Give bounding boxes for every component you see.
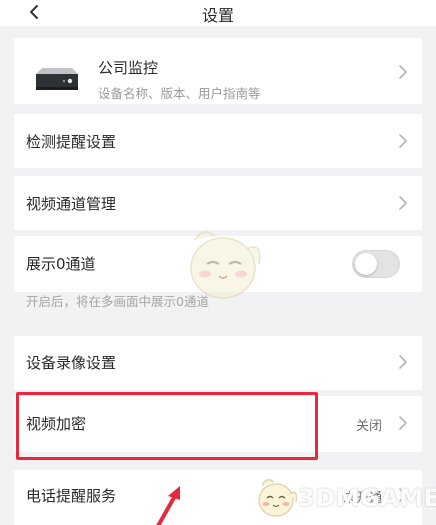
chevron-right-icon [399, 488, 407, 502]
chevron-right-icon [399, 196, 407, 210]
show-channel0-label: 展示0通道 [26, 255, 96, 273]
video-encrypt-value: 关闭 [355, 419, 382, 434]
channel-manage-label: 视频通道管理 [26, 195, 117, 213]
top-nav-bar: 设置 [0, 0, 436, 26]
nvr-device-icon [36, 68, 78, 90]
mascot-logo-icon [258, 479, 297, 517]
chevron-right-icon [399, 134, 407, 148]
phone-reminder-label: 电话提醒服务 [26, 487, 117, 505]
detect-reminder-row[interactable]: 检测提醒设置 [14, 114, 422, 168]
mascot-watermark-icon [190, 231, 261, 299]
show-channel0-hint: 开启后，将在多画面中展示0通道 [26, 294, 209, 309]
page-title: 设置 [201, 6, 234, 25]
detect-reminder-label: 检测提醒设置 [26, 133, 117, 151]
device-info-row[interactable]: 公司监控 设备名称、版本、用户指南等 [14, 38, 422, 104]
chevron-right-icon [399, 65, 407, 79]
video-encrypt-row[interactable]: 视频加密 关闭 [14, 396, 422, 452]
chevron-right-icon [399, 416, 407, 430]
toggle-knob [355, 253, 377, 275]
show-channel0-toggle[interactable] [352, 250, 400, 278]
phone-reminder-value: 未开通 [342, 491, 382, 506]
chevron-right-icon [399, 355, 407, 369]
red-arrow-icon [156, 486, 180, 525]
phone-reminder-row[interactable]: 电话提醒服务 未开通 [14, 470, 422, 525]
recording-settings-row[interactable]: 设备录像设置 [14, 336, 422, 390]
settings-page: 设置 公司监控 设备名称、版本、用户指南等 检测提醒设置 视频通道管理 展示0通… [0, 0, 436, 525]
recording-settings-label: 设备录像设置 [26, 354, 117, 372]
device-subtitle: 设备名称、版本、用户指南等 [98, 86, 261, 101]
device-name: 公司监控 [98, 59, 159, 77]
video-encrypt-label: 视频加密 [26, 415, 87, 433]
